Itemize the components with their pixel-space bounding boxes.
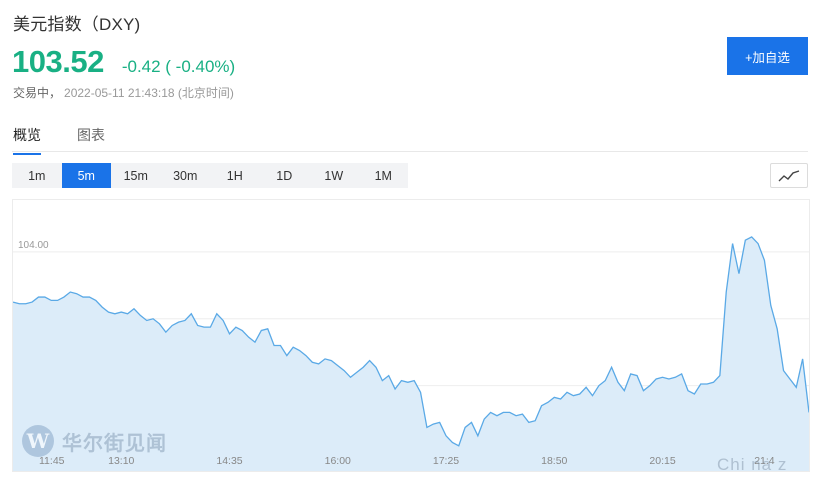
period-30m[interactable]: 30m xyxy=(161,163,211,188)
page-title: 美元指数（DXY) xyxy=(13,15,141,34)
price-area-fill xyxy=(13,236,809,471)
price-row: 103.52 -0.42 ( -0.40%) xyxy=(12,44,235,80)
period-15m[interactable]: 15m xyxy=(111,163,161,188)
price-chart-svg: 104.00103.80103.60103.4011:4513:1014:351… xyxy=(12,236,810,471)
x-tick-label: 17:25 xyxy=(433,455,459,467)
chart-type-button[interactable] xyxy=(770,163,808,188)
period-selector: 1m 5m 15m 30m 1H 1D 1W 1M xyxy=(12,163,408,188)
x-tick-label: 18:50 xyxy=(541,455,567,467)
x-tick-label: 14:35 xyxy=(216,455,242,467)
current-price: 103.52 xyxy=(12,44,104,79)
price-chart[interactable]: 104.00103.80103.60103.4011:4513:1014:351… xyxy=(12,199,810,472)
period-1d[interactable]: 1D xyxy=(260,163,310,188)
period-1m[interactable]: 1m xyxy=(12,163,62,188)
x-tick-label: 16:00 xyxy=(325,455,351,467)
y-tick-label: 104.00 xyxy=(18,240,49,251)
x-tick-label: 20:15 xyxy=(649,455,675,467)
tab-bar: 概览 图表 xyxy=(12,122,808,155)
tab-overview[interactable]: 概览 xyxy=(13,125,41,155)
x-tick-label: 11:45 xyxy=(39,455,65,467)
line-chart-icon xyxy=(778,169,800,181)
period-1w[interactable]: 1W xyxy=(309,163,359,188)
period-1h[interactable]: 1H xyxy=(210,163,260,188)
timestamp: 2022-05-11 21:43:18 (北京时间) xyxy=(64,86,234,100)
x-tick-label: 21:4 xyxy=(754,455,775,467)
status-text: 交易中， xyxy=(13,86,62,100)
period-1mo[interactable]: 1M xyxy=(359,163,409,188)
x-tick-label: 13:10 xyxy=(108,455,134,467)
period-5m[interactable]: 5m xyxy=(61,163,111,188)
add-watchlist-button[interactable]: +加自选 xyxy=(727,37,808,75)
trading-status: 交易中， 2022-05-11 21:43:18 (北京时间) xyxy=(13,84,234,101)
tab-chart[interactable]: 图表 xyxy=(77,125,105,153)
price-change: -0.42 ( -0.40%) xyxy=(121,57,236,76)
